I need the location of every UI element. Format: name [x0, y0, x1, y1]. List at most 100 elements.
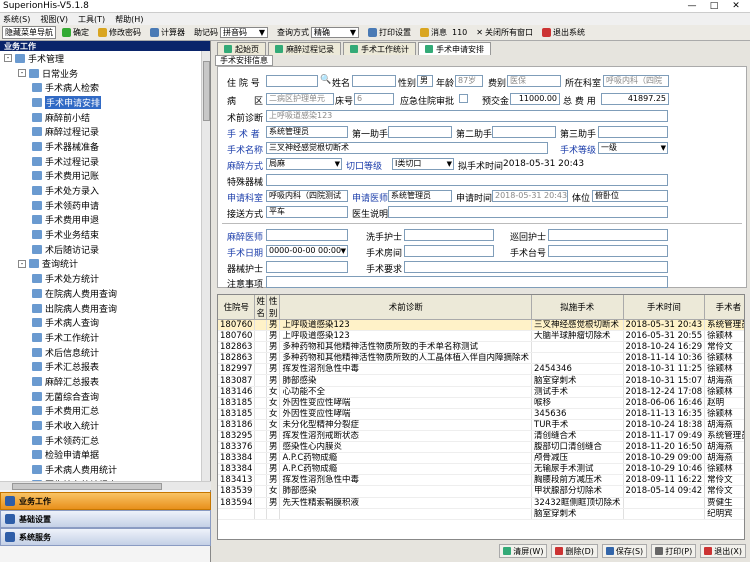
sidebar-item[interactable]: 手术工作统计 [0, 330, 202, 345]
column-header[interactable]: 术前诊断 [279, 295, 532, 320]
table-row[interactable]: 183594男先天性精索鞘膜积液32432眶侧眶顶切除术贾健生系 [218, 497, 744, 509]
position-input[interactable]: 俯卧位 [592, 190, 668, 202]
table-row[interactable]: 183539女肺部感染甲状腺部分切除术2018-05-14 09:42常伶文系 [218, 485, 744, 498]
ward-input[interactable]: 二病区护理单元 [266, 93, 334, 105]
collapse-icon[interactable]: - [18, 69, 26, 78]
sidebar-item[interactable]: 麻醉前小结 [0, 110, 202, 125]
sidebar-item[interactable]: 手术处方录入 [0, 183, 202, 198]
exit-button[interactable]: 退出(X) [700, 544, 746, 558]
sidebar-item[interactable]: 出院病人费用查询 [0, 301, 202, 316]
table-row[interactable]: 180760 男上呼吸道感染123 大脑半球肿瘤切除术 2016-05-31 20:5… [218, 330, 744, 343]
menu-help[interactable]: 帮助(H) [115, 14, 143, 25]
column-header[interactable]: 姓名 [254, 295, 267, 320]
dept-input[interactable]: 呼吸内科（四院 [603, 75, 669, 87]
table-row[interactable]: 183384 男 A.P.C药物成瘾 无输尿手术测试 2018-10-29 10:46 徐… [218, 463, 744, 476]
column-header[interactable]: 性别 [266, 295, 281, 320]
sidebar-item[interactable]: 检验申请单据 [0, 448, 202, 463]
bed-input[interactable]: 6 [354, 93, 394, 105]
menu-system[interactable]: 系统(S) [3, 14, 30, 25]
plan-time-value[interactable]: 2018-05-31 20:43 [503, 159, 584, 169]
asst2-input[interactable] [492, 126, 556, 138]
subtab-schedule-info[interactable]: 手术安排信息 [215, 55, 273, 66]
exit-system-button[interactable]: 退出系统 [539, 26, 588, 39]
table-row[interactable]: 182863 男多种药物和其他精神活性物质所致的人工晶体植入伴自内障摘除术 2018… [218, 352, 744, 365]
name-input[interactable] [352, 75, 396, 87]
column-header[interactable]: 手术者 [704, 295, 744, 320]
table-input[interactable] [548, 245, 668, 257]
scrollbar-thumb[interactable] [203, 61, 210, 121]
close-all-button[interactable]: ✕ 关闭所有窗口 [473, 26, 536, 39]
fee-type-input[interactable]: 医保 [507, 75, 561, 87]
table-row[interactable]: 183186 女未分化型精神分裂症 TUR手术 2018-10-24 18:38 胡海燕… [218, 419, 744, 431]
sidebar-item[interactable]: 手术费用汇总 [0, 404, 202, 419]
hosp-no-input[interactable] [266, 75, 318, 87]
maximize-button[interactable]: □ [703, 1, 725, 11]
panel-basic-settings[interactable]: 基础设置 [0, 510, 211, 528]
table-row[interactable]: 脑室穿刺术纪明宾系 [218, 508, 744, 520]
asst3-input[interactable] [598, 126, 668, 138]
table-row[interactable]: 182997 男挥发性溶剂急性中毒 2454346 2018-10-31 11:25 徐… [218, 363, 744, 376]
table-row[interactable]: 183413 男挥发性溶剂急性中毒 胸腰段前方减压术 2018-09-11 16:22… [218, 474, 744, 487]
sidebar-item[interactable]: 麻醉汇总报表 [0, 374, 202, 389]
emergency-checkbox[interactable] [459, 94, 468, 103]
sidebar-item[interactable]: 手术病人检索 [0, 80, 202, 95]
scrollbar-thumb[interactable] [12, 483, 162, 490]
sidebar-item[interactable]: 手术病人查询 [0, 315, 202, 330]
sidebar-item[interactable]: 手术业务结束 [0, 227, 202, 242]
table-row[interactable]: 183295 男挥发性溶剂戒断状态 清创缝合术 2018-11-17 09:49 系统管… [218, 430, 744, 443]
surgeon-input[interactable]: 系统管理员 [266, 126, 348, 138]
search-icon[interactable]: 🔍 [320, 75, 331, 85]
req-input[interactable] [404, 261, 668, 273]
equip-input[interactable] [266, 261, 348, 273]
panel-business-work[interactable]: 业务工作 [0, 492, 211, 510]
notes-input[interactable] [266, 276, 668, 288]
sidebar-item[interactable]: 手术申请安排 [0, 95, 202, 110]
incision-select[interactable]: I类切口 [392, 158, 454, 170]
sidebar-item[interactable]: 手术汇总报表 [0, 359, 202, 374]
sidebar-item[interactable]: 无菌综合查询 [0, 389, 202, 404]
collapse-icon[interactable]: - [18, 259, 26, 268]
req-dept-input[interactable]: 呼吸内科（四院测试 [266, 190, 348, 202]
op-level-select[interactable]: 一级 [598, 142, 668, 154]
sidebar-item[interactable]: 手术费用记账 [0, 169, 202, 184]
sidebar-item[interactable]: 手术领药申请 [0, 198, 202, 213]
confirm-button[interactable]: 确定 [59, 26, 92, 39]
calculator-button[interactable]: 计算器 [147, 26, 188, 39]
minimize-button[interactable]: — [681, 1, 703, 11]
sidebar-item[interactable]: 麻醉过程记录 [0, 124, 202, 139]
sidebar-item[interactable]: 手术处方统计 [0, 271, 202, 286]
transport-input[interactable]: 平车 [266, 206, 348, 218]
table-row[interactable]: 183185女外因性变应性哮喘喉移2018-06-06 16:46赵明系 [218, 397, 744, 409]
circ-input[interactable] [548, 229, 668, 241]
tab-surgery-schedule[interactable]: 手术申请安排 [418, 42, 491, 55]
sidebar-item[interactable]: 手术过程记录 [0, 154, 202, 169]
print-setup-button[interactable]: 打印设置 [365, 26, 414, 39]
sidebar-item[interactable]: - 日常业务 [0, 66, 202, 81]
tree-vertical-scrollbar[interactable] [201, 51, 210, 481]
close-button[interactable]: ✕ [725, 1, 747, 11]
room-input[interactable] [404, 245, 494, 257]
prepay-input[interactable]: 11000.00 [510, 93, 560, 105]
age-input[interactable]: 87岁 [455, 75, 483, 87]
req-doc-input[interactable]: 系统管理员 [388, 190, 452, 202]
sidebar-item[interactable]: 在院病人费用查询 [0, 286, 202, 301]
tab-home[interactable]: 起始页 [217, 42, 266, 55]
tab-anesthesia-record[interactable]: 麻醉过程记录 [268, 42, 341, 55]
change-password-button[interactable]: 修改密码 [95, 26, 144, 39]
column-header[interactable]: 手术时间 [623, 295, 706, 320]
hide-nav-button[interactable]: 隐藏菜单导航 [2, 26, 56, 39]
menu-view[interactable]: 视图(V) [40, 14, 68, 25]
menu-tools[interactable]: 工具(T) [78, 14, 105, 25]
table-row[interactable]: 183146女心功能不全测试手术2018-12-24 17:08徐颖林系 [218, 386, 744, 398]
op-name-input[interactable]: 三叉神经感觉根切断术 [266, 142, 548, 154]
sidebar-item[interactable]: 术后随访记录 [0, 242, 202, 257]
panel-system-services[interactable]: 系统服务 [0, 528, 211, 546]
table-row[interactable]: 182863 男多种药物和其他精神活性物质所致的手术单名称测试 2018-10-24… [218, 341, 744, 354]
anes-select[interactable]: 局麻 [266, 158, 342, 170]
sidebar-item[interactable]: - 查询统计 [0, 257, 202, 272]
table-row[interactable]: 183376 男感染性心内膜炎 腹部切口清创缝合 2018-11-20 16:50 胡海… [218, 441, 744, 454]
req-time-input[interactable]: 2018-05-31 20:43:44 [492, 190, 568, 202]
table-row[interactable]: 180760 男上呼吸道感染123 三叉神经感觉根切断术 2018-05-31 20:… [218, 319, 744, 332]
sidebar-item[interactable]: 手术病人费用统计 [0, 462, 202, 477]
asst1-input[interactable] [388, 126, 452, 138]
